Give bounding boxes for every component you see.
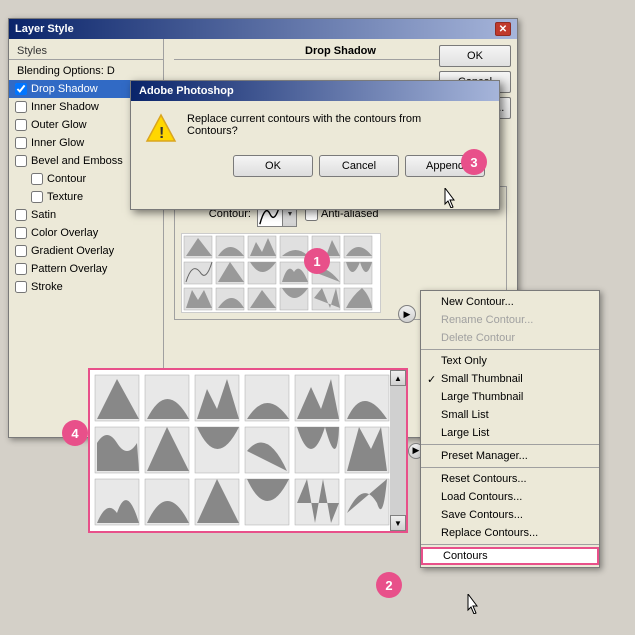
ps-dialog-message: Replace current contours with the contou… [187,113,421,137]
color-overlay-label: Color Overlay [31,227,98,239]
pattern-overlay-label: Pattern Overlay [31,263,107,275]
outer-glow-checkbox[interactable] [15,119,27,131]
ps-dialog-buttons: OK Cancel Append [145,155,485,177]
ps-message-line1: Replace current contours with the contou… [187,113,421,125]
inner-glow-label: Inner Glow [31,137,84,149]
sidebar-item-stroke[interactable]: Stroke [9,278,163,296]
sidebar-item-pattern-overlay[interactable]: Pattern Overlay [9,260,163,278]
window-titlebar: Layer Style ✕ [9,19,517,39]
context-menu: New Contour... Rename Contour... Delete … [420,290,600,568]
ps-dialog-title: Adobe Photoshop [131,81,499,101]
ps-cancel-button[interactable]: Cancel [319,155,399,177]
ps-ok-button[interactable]: OK [233,155,313,177]
warning-icon: ! [145,113,177,145]
color-overlay-checkbox[interactable] [15,227,27,239]
menu-replace-contours[interactable]: Replace Contours... [421,524,599,542]
scroll-up-button[interactable]: ▲ [390,370,406,386]
ps-message-line2: Contours? [187,125,421,137]
menu-save-contours[interactable]: Save Contours... [421,506,599,524]
outer-glow-label: Outer Glow [31,119,87,131]
contour-label: Contour [47,173,86,185]
menu-large-thumbnail[interactable]: Large Thumbnail [421,388,599,406]
inner-shadow-checkbox[interactable] [15,101,27,113]
photoshop-dialog: Adobe Photoshop ! Replace current contou… [130,80,500,210]
close-button[interactable]: ✕ [495,22,511,36]
drop-shadow-checkbox[interactable] [15,83,27,95]
menu-new-contour[interactable]: New Contour... [421,293,599,311]
menu-load-contours[interactable]: Load Contours... [421,488,599,506]
styles-label: Styles [9,43,163,60]
menu-reset-contours[interactable]: Reset Contours... [421,470,599,488]
stroke-checkbox[interactable] [15,281,27,293]
menu-rename-contour: Rename Contour... [421,311,599,329]
contour-panel-expanded: ▲ ▼ ▶ [88,368,408,533]
menu-large-list[interactable]: Large List [421,424,599,442]
blending-options-item[interactable]: Blending Options: D [9,62,163,80]
menu-small-thumbnail[interactable]: ✓ Small Thumbnail [421,370,599,388]
contour-checkbox[interactable] [31,173,43,185]
scroll-down-button[interactable]: ▼ [390,515,406,531]
sidebar-item-color-overlay[interactable]: Color Overlay [9,224,163,242]
stroke-label: Stroke [31,281,63,293]
annotation-4: 4 [62,420,88,446]
bevel-emboss-label: Bevel and Emboss [31,155,123,167]
satin-label: Satin [31,209,56,221]
menu-small-list[interactable]: Small List [421,406,599,424]
inner-shadow-label: Inner Shadow [31,101,99,113]
inner-glow-checkbox[interactable] [15,137,27,149]
menu-delete-contour: Delete Contour [421,329,599,347]
contour-expand-button[interactable]: ▶ [398,305,416,323]
sidebar-item-gradient-overlay[interactable]: Gradient Overlay [9,242,163,260]
cursor-icon-2 [466,594,480,614]
bevel-emboss-checkbox[interactable] [15,155,27,167]
separator-3 [421,467,599,468]
annotation-2: 2 [376,572,402,598]
ok-button[interactable]: OK [439,45,511,67]
annotation-3: 3 [461,149,487,175]
menu-contours[interactable]: Contours [421,547,599,565]
separator-2 [421,444,599,445]
annotation-1: 1 [304,248,330,274]
gradient-overlay-checkbox[interactable] [15,245,27,257]
window-title: Layer Style [15,23,74,35]
gradient-overlay-label: Gradient Overlay [31,245,114,257]
texture-checkbox[interactable] [31,191,43,203]
separator-1 [421,349,599,350]
pattern-overlay-checkbox[interactable] [15,263,27,275]
separator-4 [421,544,599,545]
menu-preset-manager[interactable]: Preset Manager... [421,447,599,465]
contour-preview-area [181,233,381,313]
menu-text-only[interactable]: Text Only [421,352,599,370]
ps-dialog-content: ! Replace current contours with the cont… [145,113,485,145]
svg-text:!: ! [159,125,164,142]
drop-shadow-label: Drop Shadow [31,83,98,95]
texture-label: Texture [47,191,83,203]
satin-checkbox[interactable] [15,209,27,221]
